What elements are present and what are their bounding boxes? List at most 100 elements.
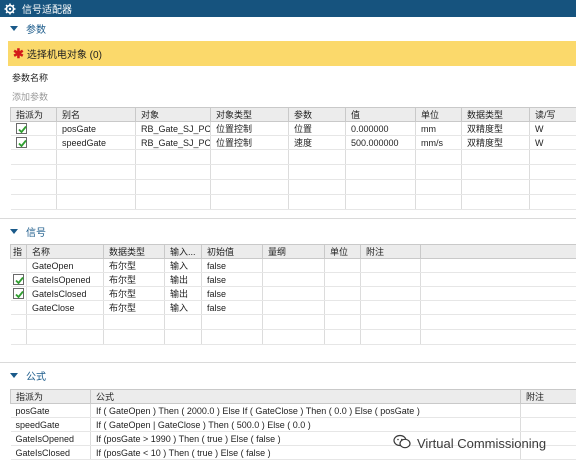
table-row[interactable]: GateOpen 布尔型 输入 false (10, 258, 576, 273)
section-divider (0, 362, 576, 363)
col-header[interactable]: 附注 (360, 244, 421, 259)
select-object-banner[interactable]: ✱ 选择机电对象 (0) (8, 41, 576, 66)
add-param-input[interactable]: 添加参数 (12, 90, 48, 103)
col-header[interactable]: 输入... (164, 244, 202, 259)
col-header[interactable]: 数据类型 (103, 244, 165, 259)
section-header-signals[interactable]: 信号 (0, 223, 576, 240)
object-type-cell[interactable]: 位置控制 (210, 135, 289, 150)
select-object-label: 选择机电对象 (0) (26, 50, 102, 61)
formula-target-cell[interactable]: posGate (10, 403, 91, 418)
empty-row (10, 149, 576, 165)
signal-io-cell[interactable]: 输出 (164, 286, 202, 301)
col-header[interactable]: 名称 (26, 244, 104, 259)
params-header-row: 指派为 别名 对象 对象类型 参数 值 单位 数据类型 读/写 (10, 107, 576, 122)
empty-row (10, 179, 576, 195)
empty-row (10, 164, 576, 180)
signal-name-cell[interactable]: GateOpen (26, 258, 104, 273)
signal-name-cell[interactable]: GateClose (26, 300, 104, 315)
signal-type-cell[interactable]: 布尔型 (103, 258, 165, 273)
signal-name-cell[interactable]: GateIsClosed (26, 286, 104, 301)
col-header[interactable]: 对象类型 (210, 107, 289, 122)
wechat-bubble-icon (393, 434, 411, 453)
rw-cell[interactable]: W (529, 121, 576, 136)
param-cell[interactable]: 速度 (288, 135, 346, 150)
col-header[interactable]: 指 (10, 244, 27, 259)
formula-target-cell[interactable]: GateIsClosed (10, 445, 91, 460)
signal-type-cell[interactable]: 布尔型 (103, 272, 165, 287)
alias-cell[interactable]: posGate (56, 121, 136, 136)
table-row[interactable]: speedGate RB_Gate_SJ_PC 位置控制 速度 500.0000… (10, 135, 576, 150)
col-header[interactable]: 数据类型 (461, 107, 530, 122)
params-table: 指派为 别名 对象 对象类型 参数 值 单位 数据类型 读/写 posGate … (10, 107, 576, 210)
watermark-text: Virtual Commissioning (417, 436, 547, 451)
data-type-cell[interactable]: 双精度型 (461, 121, 530, 136)
param-cell[interactable]: 位置 (288, 121, 346, 136)
window-title: 信号适配器 (22, 5, 72, 16)
signal-io-cell[interactable]: 输入 (164, 300, 202, 315)
col-header[interactable]: 指派为 (10, 389, 91, 404)
value-cell[interactable]: 0.000000 (345, 121, 416, 136)
object-type-cell[interactable]: 位置控制 (210, 121, 289, 136)
formula-target-cell[interactable]: GateIsOpened (10, 431, 91, 446)
assigned-checkbox[interactable] (15, 137, 27, 149)
formulas-header-row: 指派为 公式 附注 (10, 389, 576, 404)
section-header-params[interactable]: 参数 (0, 20, 576, 37)
table-row[interactable]: posGate RB_Gate_SJ_PC 位置控制 位置 0.000000 m… (10, 121, 576, 136)
signals-header-row: 指 名称 数据类型 输入... 初始值 量纲 单位 附注 (10, 244, 576, 259)
object-cell[interactable]: RB_Gate_SJ_PC (135, 121, 211, 136)
table-row[interactable]: GateClose 布尔型 输入 false (10, 300, 576, 315)
col-header[interactable]: 初始值 (201, 244, 263, 259)
collapse-triangle-icon[interactable] (10, 229, 18, 234)
col-header[interactable]: 读/写 (529, 107, 576, 122)
data-type-cell[interactable]: 双精度型 (461, 135, 530, 150)
formula-expression-cell[interactable]: If ( GateOpen ) Then ( 2000.0 ) Else If … (90, 403, 521, 418)
formula-expression-cell[interactable]: If ( GateOpen | GateClose ) Then ( 500.0… (90, 417, 521, 432)
empty-row (10, 194, 576, 210)
collapse-triangle-icon[interactable] (10, 373, 18, 378)
formula-target-cell[interactable]: speedGate (10, 417, 91, 432)
empty-row (10, 314, 576, 330)
table-row[interactable]: posGate If ( GateOpen ) Then ( 2000.0 ) … (10, 403, 576, 418)
signal-initial-cell[interactable]: false (201, 300, 263, 315)
col-header[interactable]: 量纲 (262, 244, 325, 259)
assigned-checkbox[interactable] (15, 123, 27, 135)
rw-cell[interactable]: W (529, 135, 576, 150)
col-header[interactable]: 单位 (324, 244, 361, 259)
col-header[interactable]: 别名 (56, 107, 136, 122)
unit-cell[interactable]: mm/s (415, 135, 462, 150)
unit-cell[interactable]: mm (415, 121, 462, 136)
table-row[interactable]: GateIsOpened 布尔型 输出 false (10, 272, 576, 287)
required-star-icon: ✱ (13, 46, 24, 61)
gear-icon[interactable] (4, 3, 16, 15)
table-row[interactable]: GateIsClosed 布尔型 输出 false (10, 286, 576, 301)
signal-type-cell[interactable]: 布尔型 (103, 300, 165, 315)
section-header-formulas[interactable]: 公式 (0, 367, 576, 384)
signal-type-cell[interactable]: 布尔型 (103, 286, 165, 301)
collapse-triangle-icon[interactable] (10, 26, 18, 31)
section-divider (0, 218, 576, 219)
object-cell[interactable]: RB_Gate_SJ_PC (135, 135, 211, 150)
signals-table: 指 名称 数据类型 输入... 初始值 量纲 单位 附注 GateOpen 布尔… (10, 244, 576, 345)
assigned-checkbox[interactable] (12, 274, 24, 286)
value-cell[interactable]: 500.000000 (345, 135, 416, 150)
section-title-params: 参数 (26, 25, 46, 36)
col-header[interactable]: 参数 (288, 107, 346, 122)
signal-name-cell[interactable]: GateIsOpened (26, 272, 104, 287)
col-header[interactable]: 对象 (135, 107, 211, 122)
section-title-formulas: 公式 (26, 372, 46, 383)
signal-initial-cell[interactable]: false (201, 258, 263, 273)
col-header[interactable]: 值 (345, 107, 416, 122)
signal-io-cell[interactable]: 输入 (164, 258, 202, 273)
alias-cell[interactable]: speedGate (56, 135, 136, 150)
signal-initial-cell[interactable]: false (201, 286, 263, 301)
col-header[interactable]: 附注 (520, 389, 576, 404)
col-header[interactable]: 公式 (90, 389, 521, 404)
signal-io-cell[interactable]: 输出 (164, 272, 202, 287)
assigned-checkbox[interactable] (12, 288, 24, 300)
col-header[interactable]: 单位 (415, 107, 462, 122)
col-header[interactable]: 指派为 (10, 107, 57, 122)
table-row[interactable]: speedGate If ( GateOpen | GateClose ) Th… (10, 417, 576, 432)
window-titlebar: 信号适配器 (0, 0, 576, 17)
section-title-signals: 信号 (26, 228, 46, 239)
signal-initial-cell[interactable]: false (201, 272, 263, 287)
